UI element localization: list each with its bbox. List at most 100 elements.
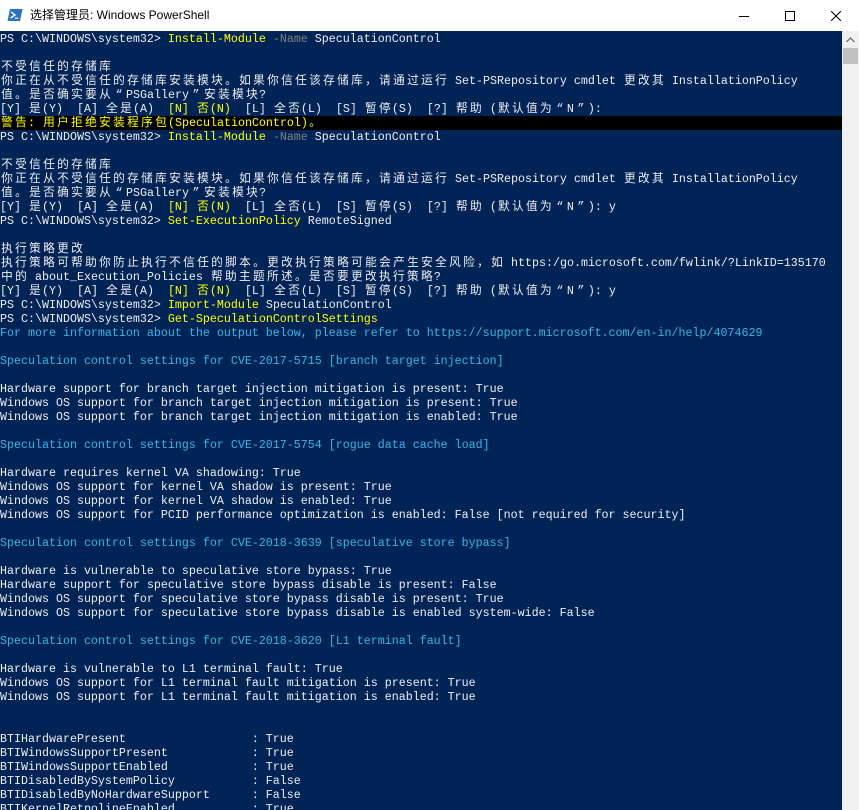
console-line: For more information about the output be…: [0, 326, 842, 340]
console-line: PS C:\WINDOWS\system32> Import-Module Sp…: [0, 298, 842, 312]
command-text: Get-SpeculationControlSettings: [167, 312, 378, 326]
console-line: [Y] 是(Y) [A] 全是(A) [N] 否(N) [L] 全否(L) [S…: [0, 284, 842, 298]
output-text: Windows OS support for L1 terminal fault…: [0, 676, 476, 690]
console-line: PS C:\WINDOWS\system32> Get-SpeculationC…: [0, 312, 842, 326]
output-text: 你正在从不受信任的存储库安装模块。如果你信任该存储库，请通过运行 Set-PSR…: [1, 74, 798, 88]
warning-line: 警告: 用户拒绝安装程序包(SpeculationControl)。: [0, 116, 842, 130]
console-line: 不受信任的存储库: [0, 158, 842, 172]
chevron-up-icon: [846, 36, 855, 42]
console-line: 中的 about_Execution_Policies 帮助主题所述。是否要更改…: [0, 270, 842, 284]
output-text: BTIKernelRetpolineEnabled : True: [0, 802, 294, 810]
console-line: Speculation control settings for CVE-201…: [0, 354, 842, 368]
command-text: Import-Module: [167, 298, 259, 312]
console-line: PS C:\WINDOWS\system32> Install-Module -…: [0, 130, 842, 144]
output-text: BTIDisabledBySystemPolicy : False: [0, 774, 301, 788]
info-text: Speculation control settings for CVE-201…: [0, 634, 462, 648]
output-text: 值。是否确实要从 “PSGallery” 安装模块?: [1, 88, 266, 102]
prompt-text: PS C:\WINDOWS\system32>: [0, 214, 168, 228]
output-text: Windows OS support for kernel VA shadow …: [0, 494, 392, 508]
output-text: 执行策略更改: [1, 242, 83, 256]
powershell-window: 选择管理员: Windows PowerShell PS C:\WINDOWS\…: [0, 0, 859, 810]
output-text: [Y] 是(Y) [A] 全是(A): [0, 200, 168, 214]
output-text: [L] 全否(L) [S] 暂停(S) [?] 帮助 (默认值为 “N”): y: [230, 284, 616, 298]
console-line: 执行策略更改: [0, 242, 842, 256]
output-text: Windows OS support for branch target inj…: [0, 410, 518, 424]
powershell-icon[interactable]: [7, 7, 23, 23]
console-line: PS C:\WINDOWS\system32> Set-ExecutionPol…: [0, 214, 842, 228]
minimize-button[interactable]: [721, 0, 767, 31]
console-line: Windows OS support for speculative store…: [0, 592, 842, 606]
console-line: Hardware requires kernel VA shadowing: T…: [0, 466, 842, 480]
output-text: BTIDisabledByNoHardwareSupport : False: [0, 788, 301, 802]
output-text: Hardware is vulnerable to speculative st…: [0, 564, 392, 578]
output-text: Hardware support for speculative store b…: [0, 578, 497, 592]
output-text: [L] 全否(L) [S] 暂停(S) [?] 帮助 (默认值为 “N”): y: [230, 200, 616, 214]
console-line: BTIWindowsSupportPresent : True: [0, 746, 842, 760]
console-line: 执行策略可帮助你防止执行不信任的脚本。更改执行策略可能会产生安全风险，如 htt…: [0, 256, 842, 270]
command-text: Install-Module: [167, 32, 266, 46]
console-line: Hardware support for speculative store b…: [0, 578, 842, 592]
output-text: BTIWindowsSupportPresent : True: [0, 746, 294, 760]
console-line: BTIWindowsSupportEnabled : True: [0, 760, 842, 774]
prompt-text: PS C:\WINDOWS\system32>: [0, 32, 168, 46]
console-line: Speculation control settings for CVE-201…: [0, 634, 842, 648]
output-text: BTIHardwarePresent : True: [0, 732, 294, 746]
info-text: For more information about the output be…: [0, 326, 763, 340]
info-text: Speculation control settings for CVE-201…: [0, 438, 490, 452]
title-bar[interactable]: 选择管理员: Windows PowerShell: [0, 0, 859, 31]
console-line: Windows OS support for kernel VA shadow …: [0, 494, 842, 508]
output-text: BTIWindowsSupportEnabled : True: [0, 760, 294, 774]
console-line: 值。是否确实要从 “PSGallery” 安装模块?: [0, 88, 842, 102]
vertical-scrollbar[interactable]: [842, 31, 859, 810]
argument-text: SpeculationControl: [307, 130, 441, 144]
console-line: Windows OS support for L1 terminal fault…: [0, 676, 842, 690]
console-line: BTIDisabledBySystemPolicy : False: [0, 774, 842, 788]
output-text: Windows OS support for L1 terminal fault…: [0, 690, 476, 704]
output-text: Windows OS support for PCID performance …: [0, 508, 686, 522]
window-body: PS C:\WINDOWS\system32> Install-Module -…: [0, 31, 859, 810]
window-controls: [721, 0, 859, 31]
output-text: Windows OS support for speculative store…: [0, 592, 504, 606]
argument-text: SpeculationControl: [307, 32, 441, 46]
output-text: 不受信任的存储库: [1, 158, 111, 172]
output-text: 不受信任的存储库: [1, 60, 111, 74]
output-text: Windows OS support for speculative store…: [0, 606, 595, 620]
default-choice-text: [N] 否(N): [167, 284, 231, 298]
output-text: Hardware is vulnerable to L1 terminal fa…: [0, 662, 343, 676]
console-line: PS C:\WINDOWS\system32> Install-Module -…: [0, 32, 842, 46]
output-text: [Y] 是(Y) [A] 全是(A): [0, 102, 168, 116]
output-text: Windows OS support for kernel VA shadow …: [0, 480, 392, 494]
prompt-text: PS C:\WINDOWS\system32>: [0, 312, 168, 326]
console-line: BTIDisabledByNoHardwareSupport : False: [0, 788, 842, 802]
console-line: Windows OS support for L1 terminal fault…: [0, 690, 842, 704]
output-text: Hardware requires kernel VA shadowing: T…: [0, 466, 301, 480]
close-button[interactable]: [813, 0, 859, 31]
console-line: Hardware is vulnerable to speculative st…: [0, 564, 842, 578]
argument-text: RemoteSigned: [300, 214, 392, 228]
warning-text: 警告: 用户拒绝安装程序包(SpeculationControl)。: [1, 116, 321, 130]
console-line: Hardware is vulnerable to L1 terminal fa…: [0, 662, 842, 676]
prompt-text: PS C:\WINDOWS\system32>: [0, 130, 168, 144]
output-text: Windows OS support for branch target inj…: [0, 396, 518, 410]
info-text: Speculation control settings for CVE-201…: [0, 354, 504, 368]
console-output[interactable]: PS C:\WINDOWS\system32> Install-Module -…: [0, 31, 842, 810]
scroll-up-button[interactable]: [842, 31, 859, 48]
console-line: Windows OS support for speculative store…: [0, 606, 842, 620]
command-text: Set-ExecutionPolicy: [167, 214, 301, 228]
console-line: Speculation control settings for CVE-201…: [0, 536, 842, 550]
console-line: Windows OS support for kernel VA shadow …: [0, 480, 842, 494]
console-line: Hardware support for branch target injec…: [0, 382, 842, 396]
output-text: [L] 全否(L) [S] 暂停(S) [?] 帮助 (默认值为 “N”):: [230, 102, 602, 116]
scrollbar-thumb[interactable]: [843, 48, 858, 64]
maximize-button[interactable]: [767, 0, 813, 31]
maximize-icon: [785, 10, 795, 21]
